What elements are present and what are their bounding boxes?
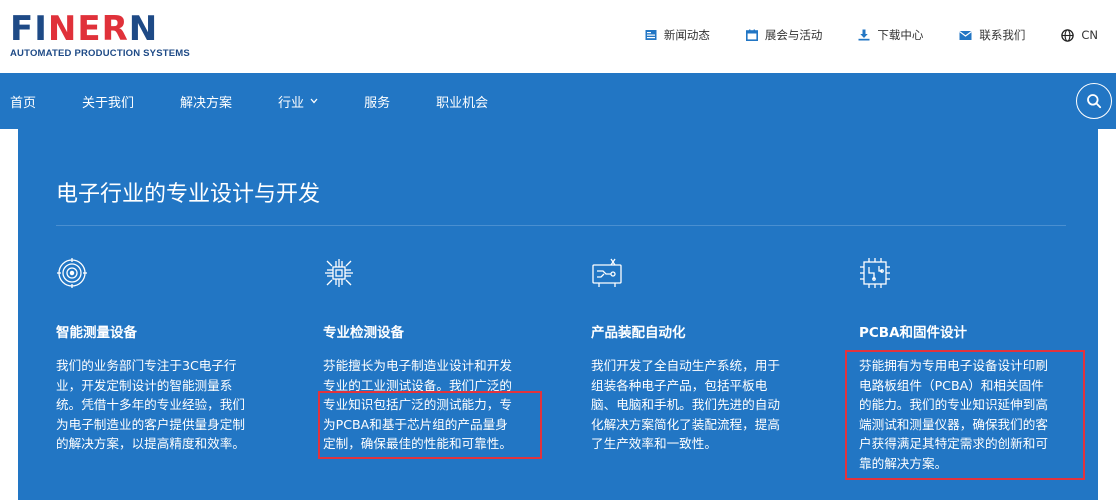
feature-description: 我们开发了全自动生产系统，用于 组装各种电子产品，包括平板电 脑、电脑和手机。我… [591,358,780,451]
search-button[interactable] [1076,83,1112,119]
nav-home[interactable]: 首页 [10,92,36,111]
logo-wordmark: FINERN [10,9,159,49]
globe-icon [1061,28,1075,42]
search-icon [1087,94,1102,109]
nav-about[interactable]: 关于我们 [82,92,134,111]
nav-careers[interactable]: 职业机会 [436,92,488,111]
highlight-box-testing [318,391,542,459]
nav-solutions[interactable]: 解决方案 [180,92,232,111]
news-link[interactable]: 新闻动态 [645,27,710,43]
downloads-link[interactable]: 下载中心 [858,27,923,43]
highlight-box-pcba [845,350,1085,480]
language-selector[interactable]: CN [1061,28,1098,42]
events-link[interactable]: 展会与活动 [745,27,822,43]
feature-title: PCBA和固件设计 [859,325,968,341]
feature-assembly-automation: 产品装配自动化 我们开发了全自动生产系统，用于 组装各种电子产品，包括平板电 脑… [591,257,821,454]
mail-icon [959,30,973,40]
target-icon [57,258,87,288]
feature-title: 专业检测设备 [323,325,404,341]
main-navigation: 首页 关于我们 解决方案 行业 服务 职业机会 [0,73,1116,129]
utility-links: 新闻动态 展会与活动 下载中心 联系我们 CN [609,27,1098,43]
contact-link[interactable]: 联系我们 [959,27,1025,43]
news-icon [645,30,657,40]
finern-logo[interactable]: FINERN AUTOMATED PRODUCTION SYSTEMS [10,12,190,59]
nav-service[interactable]: 服务 [364,92,390,111]
calendar-icon [745,29,758,41]
feature-description: 我们的业务部门专注于3C电子行 业，开发定制设计的智能测量系 统。凭借十多年的专… [56,358,245,451]
top-header: FINERN AUTOMATED PRODUCTION SYSTEMS 新闻动态… [0,0,1116,73]
feature-title: 产品装配自动化 [591,325,686,341]
feature-title: 智能测量设备 [56,325,137,341]
download-icon [858,29,870,41]
feature-smart-measurement: 智能测量设备 我们的业务部门专注于3C电子行 业，开发定制设计的智能测量系 统。… [56,257,286,454]
section-title: 电子行业的专业设计与开发 [56,182,321,207]
pcb-icon [860,258,890,288]
chevron-down-icon [310,98,318,104]
section-divider [56,225,1066,226]
nav-industry-label: 行业 [278,95,305,111]
assembly-icon [592,258,622,287]
chip-icon [325,259,353,287]
nav-industry[interactable]: 行业 [278,92,318,111]
logo-tagline: AUTOMATED PRODUCTION SYSTEMS [10,48,190,59]
